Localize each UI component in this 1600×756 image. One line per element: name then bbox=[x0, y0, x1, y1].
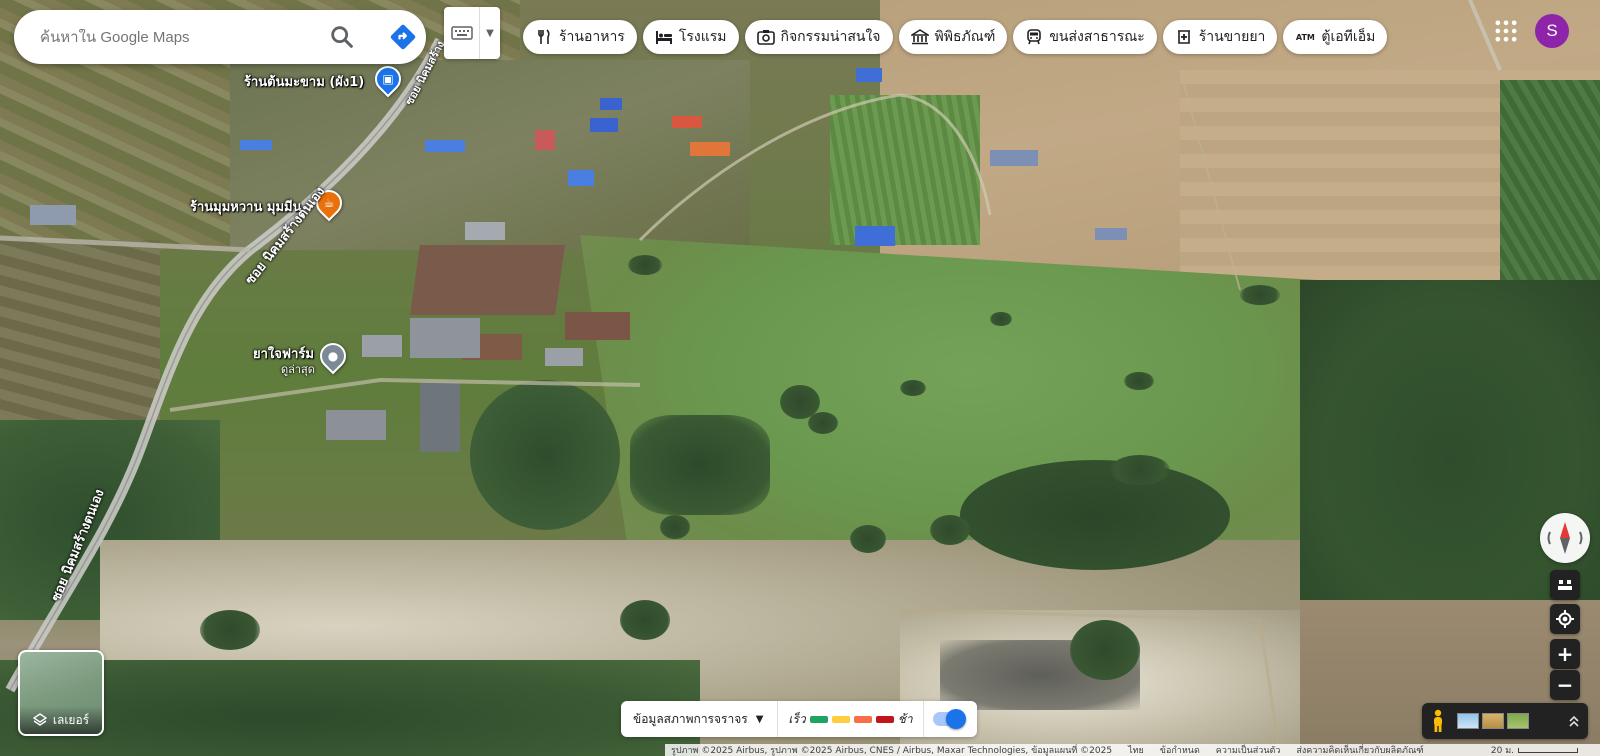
scale-bar[interactable]: 20 ม. bbox=[1491, 744, 1600, 756]
directions-icon bbox=[390, 24, 416, 50]
traffic-label: ข้อมูลสภาพการจราจร bbox=[633, 711, 748, 726]
chip-things-to-do[interactable]: กิจกรรมน่าสนใจ bbox=[744, 20, 893, 54]
search-icon bbox=[331, 26, 353, 48]
directions-button[interactable] bbox=[389, 23, 417, 51]
poi-label[interactable]: ร้านต้นมะขาม (ผัง1) bbox=[244, 71, 364, 92]
hotel-icon bbox=[655, 28, 673, 46]
search-button[interactable] bbox=[328, 23, 356, 51]
layers-label: เลเยอร์ bbox=[52, 712, 90, 727]
poi-label[interactable]: ร้านมุมหวาน มุมมีน bbox=[190, 196, 301, 217]
chip-restaurants[interactable]: ร้านอาหาร bbox=[523, 20, 637, 54]
zoom-in-button[interactable]: + bbox=[1550, 639, 1580, 669]
plus-icon: + bbox=[1556, 642, 1574, 666]
chevron-down-icon[interactable]: ▼ bbox=[480, 7, 500, 59]
traffic-swatch-red bbox=[875, 715, 894, 723]
scale-label: 20 ม. bbox=[1490, 746, 1514, 756]
museum-icon bbox=[910, 28, 929, 46]
lock-icon: ▣ bbox=[382, 72, 394, 86]
my-location-icon bbox=[1556, 610, 1574, 628]
traffic-swatch-green bbox=[809, 715, 828, 723]
chip-transit[interactable]: ขนส่งสาธารณะ bbox=[1013, 20, 1157, 54]
double-chevron-up-icon bbox=[1569, 715, 1579, 727]
restaurant-icon bbox=[535, 28, 553, 46]
chip-label: ร้านอาหาร bbox=[559, 29, 625, 45]
traffic-fast-label: เร็ว bbox=[788, 711, 806, 726]
footer-link-feedback[interactable]: ส่งความคิดเห็นเกี่ยวกับผลิตภัณฑ์ bbox=[1296, 744, 1423, 756]
transit-icon bbox=[1025, 28, 1043, 46]
compass-button[interactable] bbox=[1540, 513, 1590, 563]
chip-pharmacies[interactable]: ร้านขายยา bbox=[1162, 20, 1278, 54]
traffic-toggle[interactable] bbox=[924, 701, 972, 737]
street-view-pegman[interactable] bbox=[1422, 703, 1454, 739]
my-location-button[interactable] bbox=[1550, 604, 1580, 634]
imagery-controls bbox=[1422, 703, 1588, 739]
minus-icon: − bbox=[1556, 673, 1574, 697]
imagery-thumbnail-1[interactable] bbox=[1457, 713, 1479, 729]
search-input[interactable] bbox=[40, 28, 300, 46]
category-chips: ร้านอาหาร โรงแรม กิจกรรมน่าสนใจ พิพิธภัณ… bbox=[523, 20, 1388, 54]
tilt-view-button[interactable] bbox=[1550, 570, 1580, 600]
layers-icon bbox=[32, 713, 47, 726]
footer-link-privacy[interactable]: ความเป็นส่วนตัว bbox=[1216, 744, 1281, 756]
map-footer: รูปภาพ ©2025 Airbus, รูปภาพ ©2025 Airbus… bbox=[665, 744, 1600, 756]
satellite-map[interactable]: ▣ ร้านต้นมะขาม (ผัง1) ☕ ร้านมุมหวาน มุมม… bbox=[0, 0, 1600, 756]
expand-button[interactable] bbox=[1560, 714, 1588, 728]
chip-label: พิพิธภัณฑ์ bbox=[934, 29, 996, 45]
footer-link-terms[interactable]: ข้อกำหนด bbox=[1160, 744, 1200, 756]
input-tools-button[interactable]: ▼ bbox=[444, 7, 500, 59]
traffic-info-bar: ข้อมูลสภาพการจราจร ▼ เร็ว ช้า bbox=[621, 701, 977, 737]
account-avatar[interactable]: S bbox=[1535, 14, 1569, 48]
layers-button[interactable]: เลเยอร์ bbox=[18, 650, 104, 736]
chip-atms[interactable]: ATM ตู้เอทีเอ็ม bbox=[1283, 20, 1388, 54]
road-network bbox=[0, 0, 1502, 756]
traffic-swatch-orange bbox=[853, 715, 872, 723]
imagery-thumbnail-2[interactable] bbox=[1482, 713, 1504, 729]
chip-label: ตู้เอทีเอ็ม bbox=[1321, 29, 1376, 45]
dot-icon: ● bbox=[327, 349, 339, 363]
layers-caption: เลเยอร์ bbox=[20, 706, 102, 734]
tilt-icon bbox=[1558, 580, 1572, 590]
apps-grid-icon bbox=[1495, 20, 1517, 42]
chip-label: โรงแรม bbox=[678, 29, 727, 45]
compass-icon bbox=[1547, 522, 1583, 554]
pharmacy-icon bbox=[1175, 28, 1193, 46]
attribution-text: รูปภาพ ©2025 Airbus, รูปภาพ ©2025 Airbus… bbox=[671, 746, 1113, 756]
dropdown-arrow-icon: ▼ bbox=[755, 713, 764, 725]
camera-icon bbox=[756, 28, 775, 46]
scale-line bbox=[1518, 747, 1578, 753]
traffic-dropdown[interactable]: ข้อมูลสภาพการจราจร ▼ bbox=[621, 701, 779, 737]
chip-label: กิจกรรมน่าสนใจ bbox=[780, 29, 881, 45]
traffic-legend: เร็ว ช้า bbox=[778, 701, 924, 737]
chip-museums[interactable]: พิพิธภัณฑ์ bbox=[898, 20, 1008, 54]
google-apps-button[interactable] bbox=[1492, 17, 1520, 45]
traffic-slow-label: ช้า bbox=[897, 711, 913, 726]
pegman-icon bbox=[1434, 709, 1442, 732]
footer-link-language[interactable]: ไทย bbox=[1128, 744, 1144, 756]
chip-label: ขนส่งสาธารณะ bbox=[1049, 29, 1145, 45]
toggle-knob bbox=[945, 709, 966, 729]
keyboard-icon[interactable] bbox=[444, 7, 480, 59]
chip-hotels[interactable]: โรงแรม bbox=[642, 20, 739, 54]
poi-sublabel: ดูล่าสุด bbox=[281, 363, 315, 376]
imagery-thumbnail-3[interactable] bbox=[1507, 713, 1529, 729]
chip-label: ร้านขายยา bbox=[1198, 29, 1266, 45]
traffic-swatch-yellow bbox=[831, 715, 850, 723]
search-box bbox=[14, 10, 426, 64]
toggle-track bbox=[932, 709, 966, 729]
atm-icon: ATM bbox=[1295, 32, 1315, 42]
zoom-out-button[interactable]: − bbox=[1550, 670, 1580, 700]
